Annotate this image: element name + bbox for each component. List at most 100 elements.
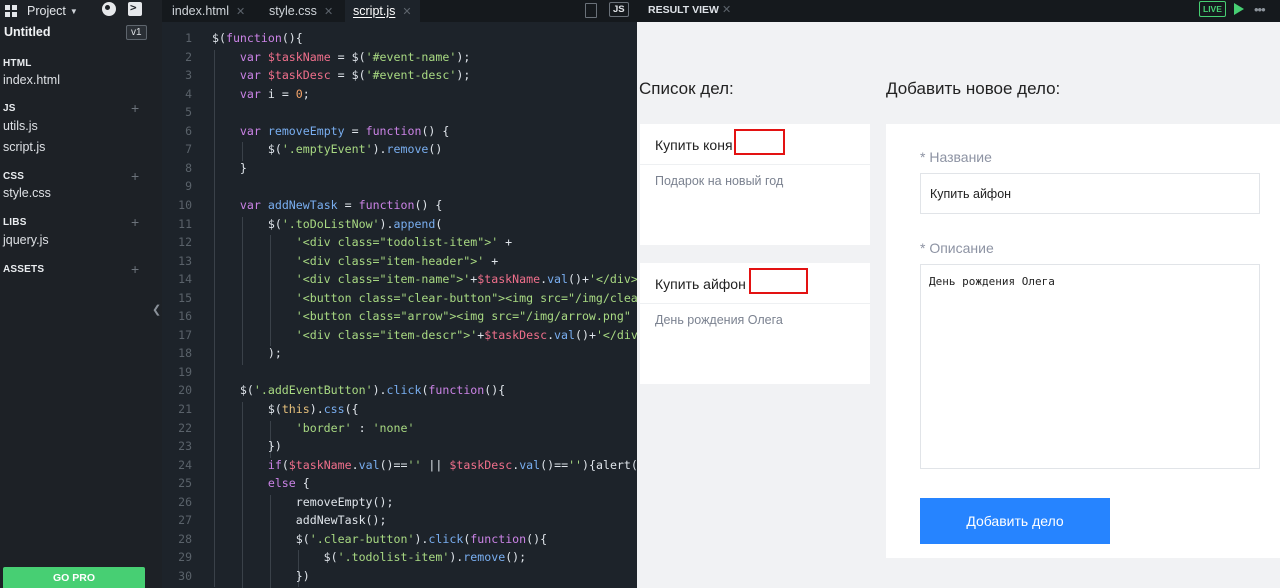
line-number: 24 bbox=[178, 457, 192, 472]
add-asset-icon[interactable]: + bbox=[131, 262, 139, 276]
code-line[interactable]: var addNewTask = function() { bbox=[212, 198, 442, 212]
code-line[interactable]: '<button class="clear-button"><img src="… bbox=[212, 291, 637, 305]
line-number: 18 bbox=[178, 346, 192, 361]
add-task-heading: Добавить новое дело: bbox=[886, 79, 1061, 98]
document-icon[interactable] bbox=[585, 3, 597, 18]
project-sidebar: Project ▼ Untitled v1 HTML index.html JS… bbox=[0, 0, 162, 588]
line-number: 7 bbox=[185, 142, 192, 157]
code-line[interactable]: } bbox=[212, 161, 247, 175]
line-number: 25 bbox=[178, 476, 192, 491]
console-icon[interactable] bbox=[128, 1, 142, 16]
description-label: * Описание bbox=[920, 240, 994, 256]
todo-item: Купить коня Подарок на новый год bbox=[640, 124, 870, 245]
add-task-button[interactable]: Добавить дело bbox=[920, 498, 1110, 544]
line-number: 11 bbox=[178, 216, 192, 231]
file-jquery-js[interactable]: jquery.js bbox=[3, 233, 49, 247]
code-editor: index.html ✕ style.css ✕ script.js ✕ JS … bbox=[162, 0, 637, 588]
line-number: 26 bbox=[178, 494, 192, 509]
code-line[interactable]: var removeEmpty = function() { bbox=[212, 124, 449, 138]
code-line[interactable]: $('.addEventButton').click(function(){ bbox=[212, 383, 505, 397]
todo-item: Купить айфон День рождения Олега bbox=[640, 263, 870, 384]
code-line[interactable]: var $taskDesc = $('#event-desc'); bbox=[212, 68, 470, 82]
item-header: Купить айфон bbox=[640, 263, 870, 304]
todo-list-heading: Список дел: bbox=[639, 79, 734, 98]
line-number: 30 bbox=[178, 568, 192, 583]
project-title-row: Untitled v1 bbox=[0, 22, 162, 42]
globe-icon[interactable] bbox=[102, 2, 116, 16]
tab-style-css[interactable]: style.css ✕ bbox=[261, 0, 341, 22]
code-line[interactable]: }) bbox=[212, 569, 310, 583]
result-title: RESULT VIEW bbox=[648, 4, 719, 16]
close-tab-icon[interactable]: ✕ bbox=[324, 5, 333, 18]
line-number: 8 bbox=[185, 160, 192, 175]
play-icon[interactable] bbox=[1234, 3, 1244, 15]
line-number: 19 bbox=[178, 364, 192, 379]
event-desc-textarea[interactable]: День рождения Олега bbox=[920, 264, 1260, 469]
file-style-css[interactable]: style.css bbox=[3, 186, 51, 200]
code-line[interactable]: ); bbox=[212, 346, 282, 360]
add-js-icon[interactable]: + bbox=[131, 101, 139, 115]
close-tab-icon[interactable]: ✕ bbox=[402, 5, 411, 18]
line-number: 4 bbox=[185, 86, 192, 101]
file-utils-js[interactable]: utils.js bbox=[3, 119, 38, 133]
more-options-icon[interactable]: ••• bbox=[1254, 2, 1266, 17]
code-line[interactable]: removeEmpty(); bbox=[212, 495, 394, 509]
line-number: 9 bbox=[185, 179, 192, 194]
live-badge[interactable]: LIVE bbox=[1199, 1, 1226, 17]
add-css-icon[interactable]: + bbox=[131, 169, 139, 183]
section-css: CSS bbox=[3, 171, 25, 182]
event-name-input[interactable] bbox=[920, 173, 1260, 214]
code-line[interactable]: '<div class="item-name">'+$taskName.val(… bbox=[212, 272, 637, 286]
clear-button[interactable] bbox=[749, 268, 808, 294]
clear-button[interactable] bbox=[734, 129, 785, 155]
code-line[interactable]: $('.emptyEvent').remove() bbox=[212, 142, 443, 156]
codepen-project-app: Project ▼ Untitled v1 HTML index.html JS… bbox=[0, 0, 1280, 588]
item-header: Купить коня bbox=[640, 124, 870, 165]
grid-icon bbox=[5, 4, 18, 18]
code-line[interactable]: else { bbox=[212, 476, 310, 490]
line-number: 15 bbox=[178, 290, 192, 305]
line-number: 1 bbox=[185, 31, 192, 45]
code-line[interactable]: '<button class="arrow"><img src="/img/ar… bbox=[212, 309, 631, 323]
code-line[interactable]: '<div class="item-header">' + bbox=[212, 254, 498, 268]
project-title[interactable]: Untitled bbox=[4, 25, 51, 39]
code-line[interactable]: if($taskName.val()=='' || $taskDesc.val(… bbox=[212, 458, 637, 472]
code-line[interactable]: addNewTask(); bbox=[212, 513, 387, 527]
line-number: 2 bbox=[185, 49, 192, 64]
section-js: JS bbox=[3, 103, 16, 114]
section-libs: LIBS bbox=[3, 217, 27, 228]
caret-down-icon: ▼ bbox=[69, 6, 78, 16]
add-lib-icon[interactable]: + bbox=[131, 215, 139, 229]
line-number: 5 bbox=[185, 105, 192, 120]
line-number: 13 bbox=[178, 253, 192, 268]
line-number: 12 bbox=[178, 235, 192, 250]
code-line[interactable]: var i = 0; bbox=[212, 87, 310, 101]
file-script-js[interactable]: script.js bbox=[3, 140, 45, 154]
code-line[interactable]: $('.toDoListNow').append( bbox=[212, 217, 443, 231]
version-badge[interactable]: v1 bbox=[126, 25, 147, 40]
collapse-sidebar-icon[interactable]: ❮ bbox=[152, 303, 161, 316]
close-tab-icon[interactable]: ✕ bbox=[236, 5, 245, 18]
code-area[interactable]: 1 2 3 4 5 6 7 8 9 10 11 12 13 14 15 16 17 18 19 20 21 22 23 24 2… bbox=[162, 22, 637, 588]
code-line[interactable]: '<div class="item-descr">'+$taskDesc.val… bbox=[212, 328, 637, 342]
line-number: 10 bbox=[178, 197, 192, 212]
code-line[interactable]: $(function(){ bbox=[212, 31, 303, 45]
code-line[interactable]: $('.todolist-item').remove(); bbox=[212, 550, 526, 564]
code-line[interactable]: }) bbox=[212, 439, 282, 453]
close-result-icon[interactable]: ✕ bbox=[722, 3, 731, 16]
tab-label: index.html bbox=[172, 4, 229, 18]
code-line[interactable]: $('.clear-button').click(function(){ bbox=[212, 532, 547, 546]
go-pro-button[interactable]: GO PRO bbox=[3, 567, 145, 588]
code-line[interactable]: var $taskName = $('#event-name'); bbox=[212, 50, 470, 64]
file-index-html[interactable]: index.html bbox=[3, 73, 60, 87]
code-line[interactable]: $(this).css({ bbox=[212, 402, 359, 416]
tab-script-js[interactable]: script.js ✕ bbox=[345, 0, 420, 22]
name-label: * Название bbox=[920, 149, 992, 165]
tab-index-html[interactable]: index.html ✕ bbox=[164, 0, 253, 22]
code-line[interactable]: 'border' : 'none' bbox=[212, 421, 415, 435]
add-task-form: * Название * Описание День рождения Олег… bbox=[886, 124, 1280, 558]
line-number: 29 bbox=[178, 550, 192, 565]
line-number: 3 bbox=[185, 68, 192, 83]
code-line[interactable]: '<div class="todolist-item">' + bbox=[212, 235, 512, 249]
item-description: Подарок на новый год bbox=[655, 174, 784, 188]
